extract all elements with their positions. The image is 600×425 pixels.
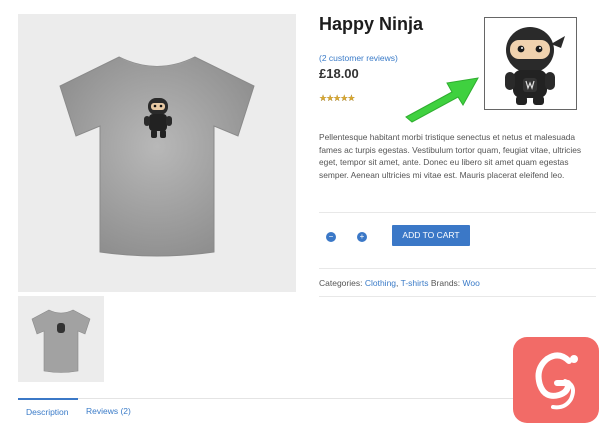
category-link-clothing[interactable]: Clothing [365,278,396,288]
star-rating: ★★★★★ [319,93,355,104]
green-arrow-icon [405,77,479,123]
brands-label: Brands: [430,278,461,288]
logo-badge-icon [513,337,599,423]
quantity-input[interactable] [336,229,358,244]
product-main-image[interactable] [18,14,296,292]
star-icon: ★ [347,93,355,103]
script-g-logo-icon [535,352,578,410]
product-thumbnail[interactable] [18,296,104,382]
divider [319,212,596,213]
ninja-mascot-icon [505,27,565,105]
quantity-plus-button[interactable]: + [357,232,367,242]
quantity-minus-button[interactable]: − [326,232,336,242]
product-price: £18.00 [319,66,359,81]
product-meta: Categories: Clothing, T-shirts Brands: W… [319,278,480,288]
brand-link-woo[interactable]: Woo [463,278,480,288]
tab-reviews[interactable]: Reviews (2) [86,399,131,425]
category-separator: , [396,278,399,288]
ninja-mascot-image [484,17,577,110]
categories-label: Categories: [319,278,363,288]
product-tabs: Description Reviews (2) [18,398,578,425]
quantity-stepper[interactable]: − + [319,226,379,248]
add-to-cart-button[interactable]: ADD TO CART [392,225,470,246]
product-title: Happy Ninja [319,14,424,34]
divider [319,296,596,297]
product-description: Pellentesque habitant morbi tristique se… [319,132,582,180]
divider [319,268,596,269]
category-link-tshirts[interactable]: T-shirts [401,278,429,288]
tab-description[interactable]: Description [18,398,78,425]
customer-reviews-link[interactable]: (2 customer reviews) [319,53,398,63]
tshirt-thumbnail-image [31,309,91,373]
tshirt-image [59,56,255,257]
